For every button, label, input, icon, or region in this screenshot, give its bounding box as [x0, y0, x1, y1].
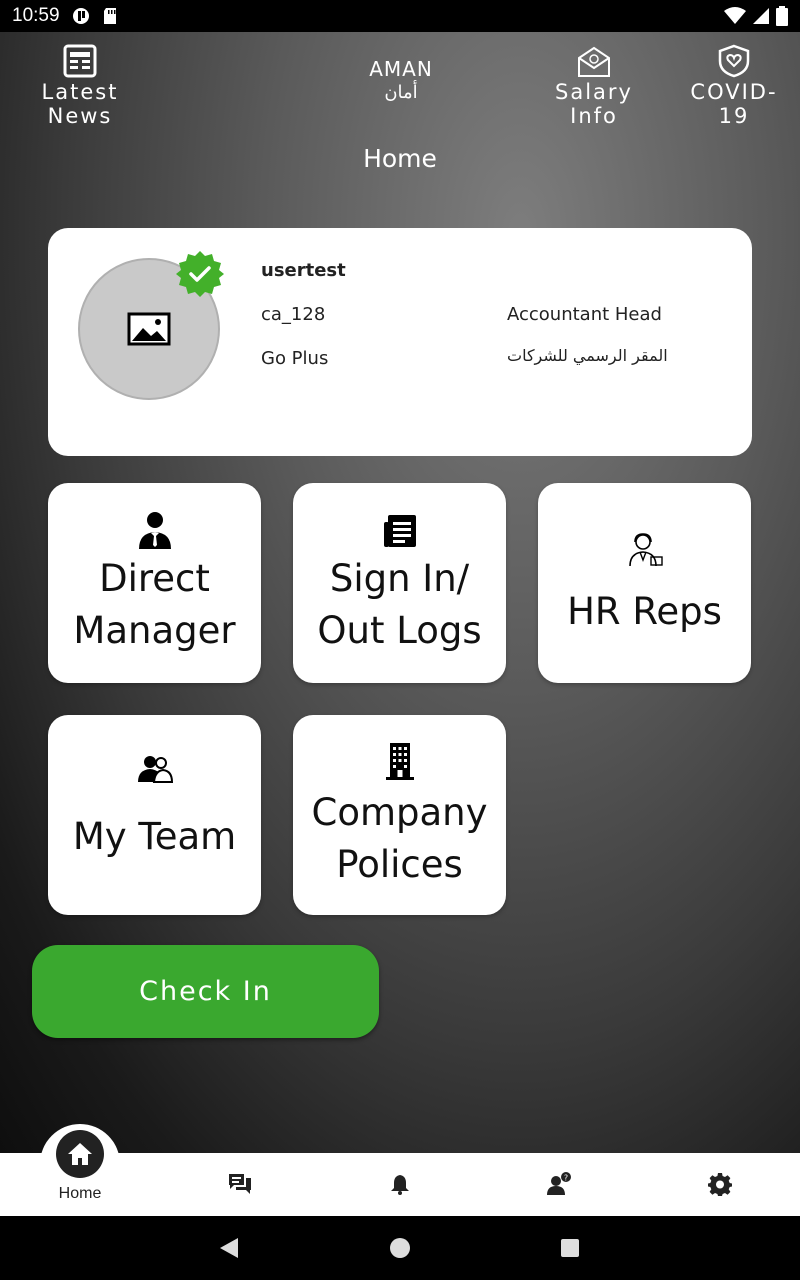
settings-tab[interactable] — [707, 1171, 733, 1197]
home-tab-label: Home — [58, 1185, 102, 1202]
news-icon — [63, 44, 97, 78]
logs-label-line2: Out Logs — [317, 609, 482, 652]
recents-icon[interactable] — [560, 1238, 580, 1258]
building-icon — [385, 743, 414, 780]
logo-text-ar: أمان — [384, 80, 417, 103]
home-system-icon[interactable] — [389, 1237, 411, 1259]
covid-label: COVID-19 — [690, 80, 778, 128]
status-notification-icons — [72, 7, 118, 25]
direct-manager-tile[interactable]: Direct Manager — [48, 483, 261, 683]
app-screen: Latest News AMAN أمان Salary Info COVID-… — [0, 32, 800, 1153]
profile-code: ca_128 — [261, 304, 326, 325]
latest-news-label: Latest News — [41, 80, 119, 128]
home-tab-button[interactable] — [56, 1130, 104, 1178]
wifi-icon — [724, 7, 746, 24]
hr-reps-tile[interactable]: HR Reps — [538, 483, 751, 683]
hr-reps-label: HR Reps — [567, 590, 722, 633]
profile-location: المقر الرسمي للشركات — [507, 346, 668, 365]
system-nav-bar — [0, 1216, 800, 1280]
logs-label-line1: Sign In/ — [329, 557, 470, 600]
back-icon[interactable] — [219, 1237, 239, 1259]
image-placeholder-icon — [127, 312, 171, 346]
sd-card-icon — [103, 8, 116, 24]
chat-icon — [229, 1174, 251, 1194]
status-system-icons — [724, 6, 788, 26]
team-icon — [137, 756, 173, 783]
hr-rep-icon — [628, 533, 663, 567]
home-icon — [68, 1143, 92, 1165]
logo-text-en: AMAN — [369, 57, 433, 81]
profile-card: usertest ca_128 Accountant Head Go Plus … — [48, 228, 752, 456]
policies-label-line2: Polices — [336, 843, 463, 886]
manager-icon — [138, 512, 171, 549]
direct-manager-label-line2: Manager — [73, 609, 236, 652]
notifications-tab[interactable] — [387, 1171, 413, 1197]
my-team-label: My Team — [72, 815, 237, 858]
logs-icon — [383, 515, 416, 547]
verified-badge-icon — [176, 251, 224, 297]
status-time: 10:59 — [12, 5, 60, 26]
profile-company: Go Plus — [261, 348, 329, 369]
bell-icon — [391, 1175, 409, 1195]
page-title: Home — [363, 144, 437, 173]
chat-tab[interactable] — [227, 1171, 253, 1197]
latest-news-button[interactable]: Latest News — [10, 44, 150, 128]
aman-logo: AMAN أمان — [369, 57, 433, 103]
profile-job-title: Accountant Head — [507, 304, 662, 325]
gear-icon — [708, 1173, 732, 1196]
salary-icon — [578, 46, 610, 77]
my-team-tile[interactable]: My Team — [48, 715, 261, 915]
app-notification-icon — [72, 8, 89, 24]
check-in-button[interactable]: Check In — [32, 945, 379, 1038]
covid-shield-icon — [718, 44, 750, 78]
salary-info-button[interactable]: Salary Info — [532, 46, 656, 128]
policies-label-line1: Company — [311, 791, 488, 834]
salary-info-label: Salary Info — [555, 80, 633, 128]
requests-tab[interactable]: ? — [546, 1171, 572, 1197]
covid-button[interactable]: COVID-19 — [678, 44, 790, 128]
direct-manager-label-line1: Direct — [99, 557, 210, 600]
battery-icon — [776, 6, 788, 26]
question-mark-glyph: ? — [564, 1174, 568, 1183]
company-policies-tile[interactable]: Company Polices — [293, 715, 506, 915]
user-question-icon: ? — [547, 1172, 571, 1195]
sign-in-out-logs-tile[interactable]: Sign In/ Out Logs — [293, 483, 506, 683]
signal-icon — [753, 8, 769, 24]
profile-name: usertest — [261, 260, 346, 281]
status-bar: 10:59 — [0, 0, 800, 32]
